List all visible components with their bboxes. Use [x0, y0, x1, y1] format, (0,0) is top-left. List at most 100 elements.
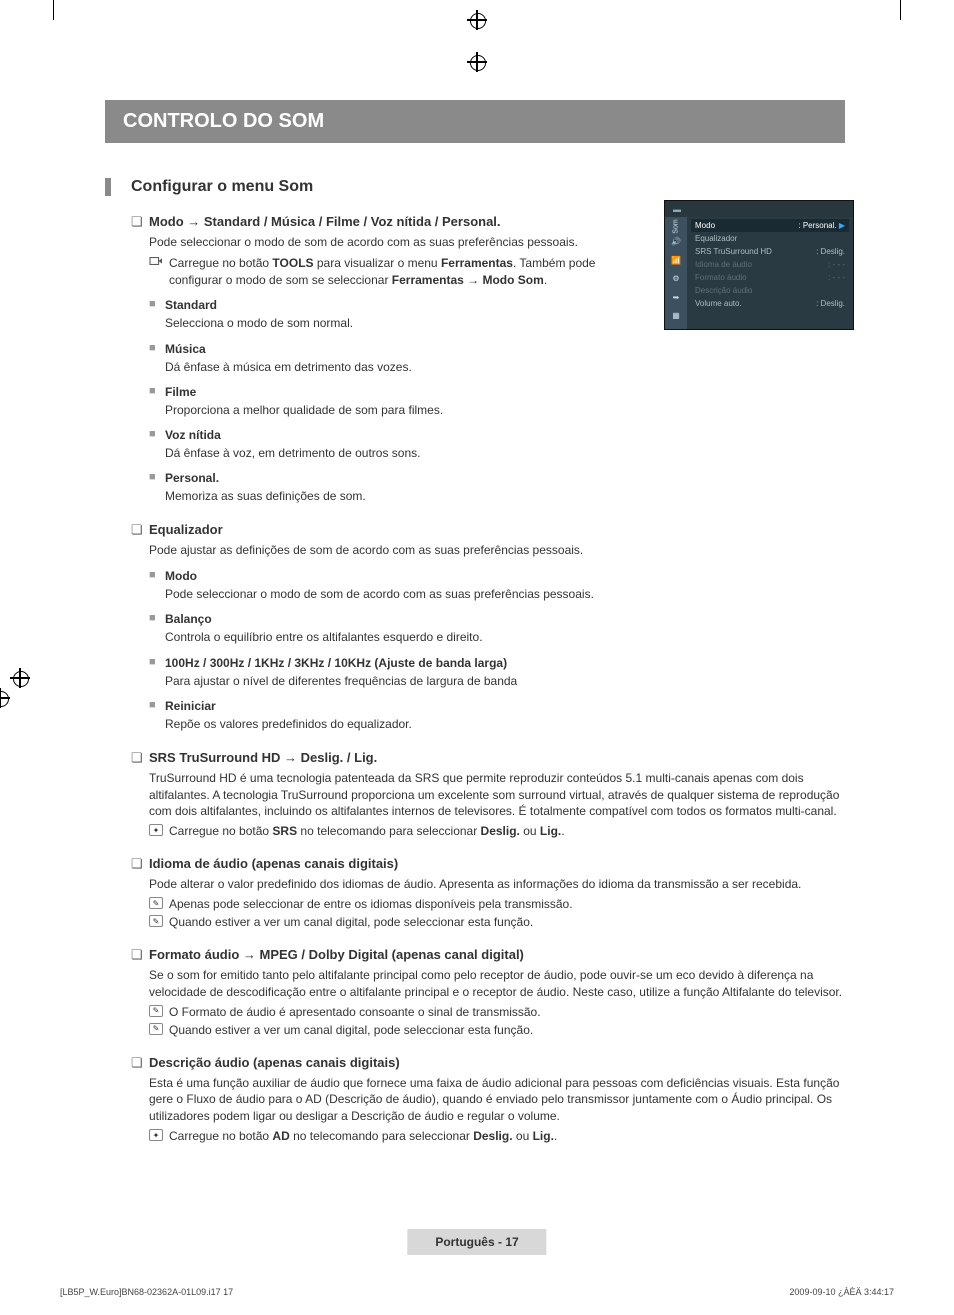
sub-desc: Controla o equilíbrio entre os altifalan… [165, 629, 845, 645]
sub-desc: Repõe os valores predefinidos do equaliz… [165, 716, 845, 732]
idioma-desc: Pode alterar o valor predefinido dos idi… [149, 876, 845, 893]
sub-item: ■StandardSelecciona o modo de som normal… [149, 298, 625, 331]
sub-title: Balanço [165, 612, 845, 626]
descricao-block: ❏ Descrição áudio (apenas canais digitai… [105, 1055, 845, 1143]
osd-row-label: Descrição áudio [695, 286, 752, 295]
osd-row: SRS TruSurround HD : Deslig. [691, 245, 849, 258]
osd-row-label: Modo [695, 221, 715, 230]
sub-item: ■FilmeProporciona a melhor qualidade de … [149, 385, 625, 418]
note-text: Quando estiver a ver um canal digital, p… [169, 1023, 533, 1037]
osd-side-label: Som [673, 220, 680, 234]
note-text: Quando estiver a ver um canal digital, p… [169, 915, 533, 929]
t: AD [272, 1129, 289, 1143]
sub-item: ■Personal.Memoriza as suas definições de… [149, 471, 625, 504]
t: ou [520, 824, 540, 838]
print-info-left: [LB5P_W.Euro]BN68-02362A-01L09.i17 17 [60, 1287, 233, 1297]
t: Ferramentas [441, 256, 513, 270]
section-heading: Configurar o menu Som [131, 178, 313, 196]
osd-row: Modo: Personal. ▶ [691, 219, 849, 232]
t: . [561, 824, 564, 838]
osd-menu-preview: ▬ Som 🔊 📶 ⚙ ➥ ▦ Modo: Personal. ▶ Equaliz… [664, 200, 854, 330]
osd-row-label: Formato áudio [695, 273, 747, 282]
note-line: ✎Quando estiver a ver um canal digital, … [149, 1023, 845, 1037]
t: Deslig. [473, 1129, 512, 1143]
note-icon: ✎ [149, 897, 163, 909]
sub-desc: Selecciona o modo de som normal. [165, 315, 625, 331]
gear-icon: ⚙ [669, 272, 683, 286]
speaker-icon: 🔊 [669, 235, 683, 249]
sub-item: ■100Hz / 300Hz / 1KHz / 3KHz / 10KHz (Aj… [149, 656, 845, 689]
bullet-square: ❏ [131, 214, 149, 230]
sub-title: Modo [165, 569, 845, 583]
tools-icon [149, 255, 163, 267]
osd-row: Descrição áudio [691, 284, 849, 297]
t: TOOLS [272, 256, 313, 270]
modo-desc: Pode seleccionar o modo de som de acordo… [149, 234, 625, 251]
app-icon: ▦ [669, 309, 683, 323]
note-line: ✎Quando estiver a ver um canal digital, … [149, 915, 845, 929]
sub-desc: Dá ênfase à voz, em detrimento de outros… [165, 445, 625, 461]
sub-item: ■Voz nítidaDá ênfase à voz, em detriment… [149, 428, 625, 461]
note-line: ✎O Formato de áudio é apresentado consoa… [149, 1005, 845, 1019]
sub-item: ■Reiniciar Repõe os valores predefinidos … [149, 699, 845, 732]
print-info-right: 2009-09-10 ¿ÀÈÄ 3:44:17 [789, 1287, 894, 1297]
descricao-desc: Esta é uma função auxiliar de áudio que … [149, 1075, 845, 1125]
osd-row-value: : - - - [828, 260, 845, 269]
sub-title: Reiniciar [165, 699, 845, 713]
bullet-square: ❏ [131, 1055, 149, 1071]
osd-row-label: SRS TruSurround HD [695, 247, 772, 256]
bullet-square: ❏ [131, 522, 149, 538]
srs-desc: TruSurround HD é uma tecnologia patentea… [149, 770, 845, 820]
formato-desc: Se o som for emitido tanto pelo altifala… [149, 967, 845, 1001]
sub-bullet: ■ [149, 569, 165, 602]
osd-row-value: : Deslig. [816, 299, 845, 308]
sub-bullet: ■ [149, 471, 165, 504]
remote-icon: ✦ [149, 824, 163, 836]
sub-bullet: ■ [149, 699, 165, 732]
t: Ferramentas → Modo Som [392, 273, 544, 287]
sub-desc: Dá ênfase à música em detrimento das voz… [165, 359, 625, 375]
t: Carregue no botão [169, 1129, 272, 1143]
sub-desc: Memoriza as suas definições de som. [165, 488, 625, 504]
sub-title: Voz nítida [165, 428, 625, 442]
osd-top-icon: ▬ [673, 205, 681, 214]
registration-mark-left [10, 668, 30, 688]
arrow-right-icon: ▶ [839, 221, 845, 230]
t: . [554, 1129, 557, 1143]
eq-desc: Pode ajustar as definições de som de aco… [149, 542, 845, 559]
section-heading-row: Configurar o menu Som [105, 178, 845, 196]
print-info-row: [LB5P_W.Euro]BN68-02362A-01L09.i17 17 20… [60, 1287, 894, 1297]
descricao-title: Descrição áudio (apenas canais digitais) [149, 1055, 400, 1071]
registration-mark-top [467, 10, 487, 30]
modo-block: ❏ Modo → Standard / Música / Filme / Voz… [105, 214, 625, 504]
osd-row-label: Idioma de áudio [695, 260, 752, 269]
t: ou [513, 1129, 533, 1143]
osd-row-label: Equalizador [695, 234, 737, 243]
t: . [544, 273, 547, 287]
osd-row-value: : Deslig. [816, 247, 845, 256]
equalizador-block: ❏ Equalizador Pode ajustar as definições… [105, 522, 845, 732]
idioma-block: ❏ Idioma de áudio (apenas canais digitai… [105, 856, 845, 929]
sub-desc: Proporciona a melhor qualidade de som pa… [165, 402, 625, 418]
chapter-title: CONTROLO DO SOM [105, 100, 845, 143]
sub-title: Filme [165, 385, 625, 399]
page-footer: Português - 17 [407, 1229, 546, 1255]
bullet-square: ❏ [131, 750, 149, 766]
osd-sidebar: Som 🔊 📶 ⚙ ➥ ▦ [665, 217, 687, 329]
t: SRS [272, 824, 297, 838]
idioma-title: Idioma de áudio (apenas canais digitais) [149, 856, 398, 872]
srs-note: ✦ Carregue no botão SRS no telecomando p… [149, 824, 845, 838]
sub-desc: Para ajustar o nível de diferentes frequ… [165, 673, 845, 689]
osd-list: Modo: Personal. ▶ Equalizador SRS TruSurro… [687, 217, 853, 329]
osd-titlebar: ▬ [665, 201, 853, 217]
formato-block: ❏ Formato áudio → MPEG / Dolby Digital (… [105, 947, 845, 1037]
sub-title: Música [165, 342, 625, 356]
section-marker [105, 178, 111, 196]
t: no telecomando para seleccionar [290, 1129, 473, 1143]
modo-title: Modo → Standard / Música / Filme / Voz n… [149, 214, 501, 230]
t: para visualizar o menu [314, 256, 441, 270]
osd-row-label: Volume auto. [695, 299, 742, 308]
sub-item: ■BalançoControla o equilíbrio entre os a… [149, 612, 845, 645]
t: no telecomando para seleccionar [297, 824, 480, 838]
note-text: Apenas pode seleccionar de entre os idio… [169, 897, 573, 911]
